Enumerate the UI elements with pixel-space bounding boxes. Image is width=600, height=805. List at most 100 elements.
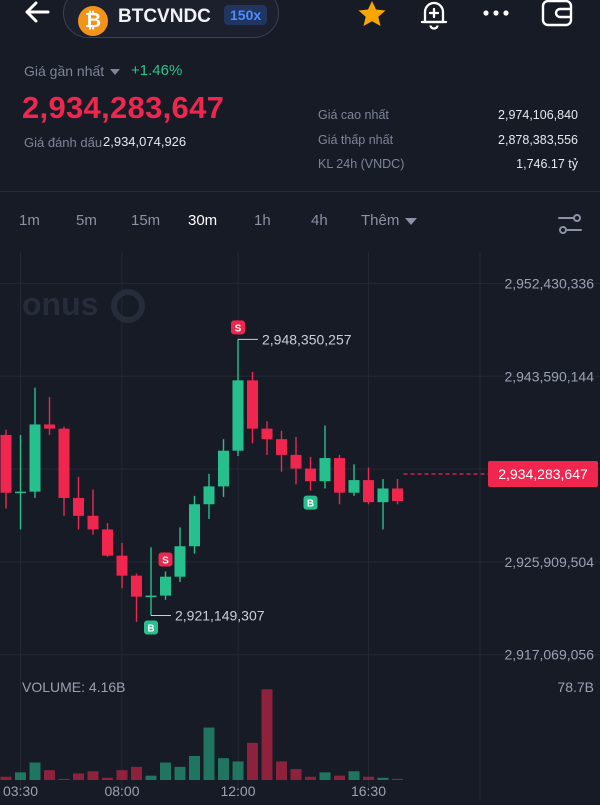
volume-bar <box>73 773 84 780</box>
volume-24h-label: KL 24h (VNDC) <box>318 157 405 171</box>
x-axis-label: 03:30 <box>3 783 38 799</box>
volume-label: VOLUME: 4.16B <box>22 679 126 695</box>
candle <box>29 387 41 498</box>
tf-4h[interactable]: 4h <box>311 212 328 229</box>
price-chart[interactable]: onus VOLUME: 4.16B 78.7B 2,948,350,257 2,9… <box>0 252 600 800</box>
low-value: 2,878,383,556 <box>498 133 578 147</box>
candle <box>116 543 128 589</box>
candle <box>377 479 389 530</box>
volume-bar <box>203 727 215 780</box>
marker-letter: S <box>162 555 169 566</box>
y-axis-label: 2,925,909,504 <box>504 554 594 570</box>
wallet-icon[interactable] <box>540 0 576 30</box>
volume-bar <box>145 775 157 780</box>
y-axis-label: 2,917,069,056 <box>504 647 594 663</box>
candle-body <box>334 458 345 493</box>
candle <box>73 476 84 530</box>
candle <box>189 495 200 554</box>
last-price-label[interactable]: Giá gần nhất <box>24 63 104 79</box>
candle <box>305 457 316 491</box>
volume-bar <box>0 776 12 780</box>
bell-plus-icon[interactable] <box>418 0 454 30</box>
candle-body <box>203 486 215 505</box>
ticker-panel: Giá gần nhất +1.46% 2,934,283,647 Giá đá… <box>0 50 600 192</box>
volume-bar <box>15 772 26 780</box>
candle-body <box>261 428 273 440</box>
candle <box>290 437 302 485</box>
candle <box>131 573 142 622</box>
timeframe-bar: 1m 5m 15m 30m 1h 4h Thêm <box>0 192 600 252</box>
candle <box>44 397 55 435</box>
marker-letter: S <box>235 323 242 334</box>
buy-marker[interactable]: B <box>144 620 158 635</box>
pair-selector[interactable]: ₿ BTCVNDC 150x <box>63 0 279 38</box>
y-axis-label: 2,943,590,144 <box>504 368 594 384</box>
more-dots-icon[interactable] <box>478 0 514 30</box>
x-axis-label: 08:00 <box>104 783 139 799</box>
candle-body <box>15 491 26 494</box>
chart-canvas[interactable]: onus VOLUME: 4.16B 78.7B 2,948,350,257 2,9… <box>0 252 600 800</box>
back-arrow-icon[interactable] <box>22 0 52 28</box>
tf-1m[interactable]: 1m <box>19 212 40 229</box>
volume-bar <box>58 778 70 780</box>
top-bar: ₿ BTCVNDC 150x <box>0 0 600 50</box>
tf-30m[interactable]: 30m <box>188 212 217 229</box>
tf-1h[interactable]: 1h <box>254 212 271 229</box>
volume-bar <box>174 766 186 780</box>
volume-bar <box>247 742 258 780</box>
chart-settings-icon[interactable] <box>556 210 584 238</box>
current-price-tag: 2,934,283,647 <box>488 460 598 487</box>
volume-bar <box>44 770 55 780</box>
volume-bar <box>131 766 142 780</box>
volume-bar <box>290 769 302 780</box>
candle <box>276 430 287 472</box>
x-axis-label: 16:30 <box>351 783 386 799</box>
last-price: 2,934,283,647 <box>22 90 225 125</box>
onus-watermark: onus <box>22 286 145 323</box>
candle-body <box>58 428 70 498</box>
chevron-down-icon[interactable] <box>405 218 417 225</box>
mark-price-label: Giá đánh dấu <box>24 135 103 150</box>
marker-letter: B <box>307 499 314 510</box>
candle-body <box>102 529 113 556</box>
candle-body <box>44 424 55 429</box>
volume-bar <box>189 755 200 780</box>
candle <box>218 439 229 497</box>
candle <box>102 523 113 557</box>
candle-body <box>116 555 128 576</box>
x-axis-label: 12:00 <box>220 783 255 799</box>
candle <box>392 479 403 505</box>
candle <box>174 527 186 582</box>
marker-letter: B <box>147 624 154 635</box>
volume-bar <box>305 776 316 780</box>
candle-body <box>392 488 403 502</box>
star-icon[interactable] <box>356 0 392 30</box>
current-price-tag-text: 2,934,283,647 <box>498 466 588 482</box>
candle-body <box>363 480 374 503</box>
y-axis-label: 2,952,430,336 <box>504 275 594 291</box>
candle-body <box>276 439 287 455</box>
candle <box>247 371 258 444</box>
sell-marker[interactable]: S <box>158 552 173 567</box>
volume-bar <box>334 775 345 780</box>
candle-body <box>377 488 389 503</box>
buy-marker[interactable]: B <box>303 495 318 510</box>
tf-15m[interactable]: 15m <box>131 212 160 229</box>
volume-bar <box>232 761 244 780</box>
candle <box>232 339 244 456</box>
volume-bar <box>261 689 273 780</box>
volume-bar <box>348 771 360 780</box>
tf-5m[interactable]: 5m <box>76 212 97 229</box>
high-label: Giá cao nhất <box>318 108 389 122</box>
mark-price-value: 2,934,074,926 <box>103 134 187 149</box>
candle <box>58 426 70 516</box>
candle <box>203 473 215 519</box>
sell-marker[interactable]: S <box>231 320 245 335</box>
tf-more[interactable]: Thêm <box>361 212 399 229</box>
low-marker-label: 2,921,149,307 <box>175 608 265 624</box>
candle-body <box>218 450 229 487</box>
candle-body <box>160 576 171 596</box>
price-change: +1.46% <box>131 62 183 79</box>
chevron-down-icon[interactable] <box>110 69 120 75</box>
volume-bar <box>87 771 99 780</box>
